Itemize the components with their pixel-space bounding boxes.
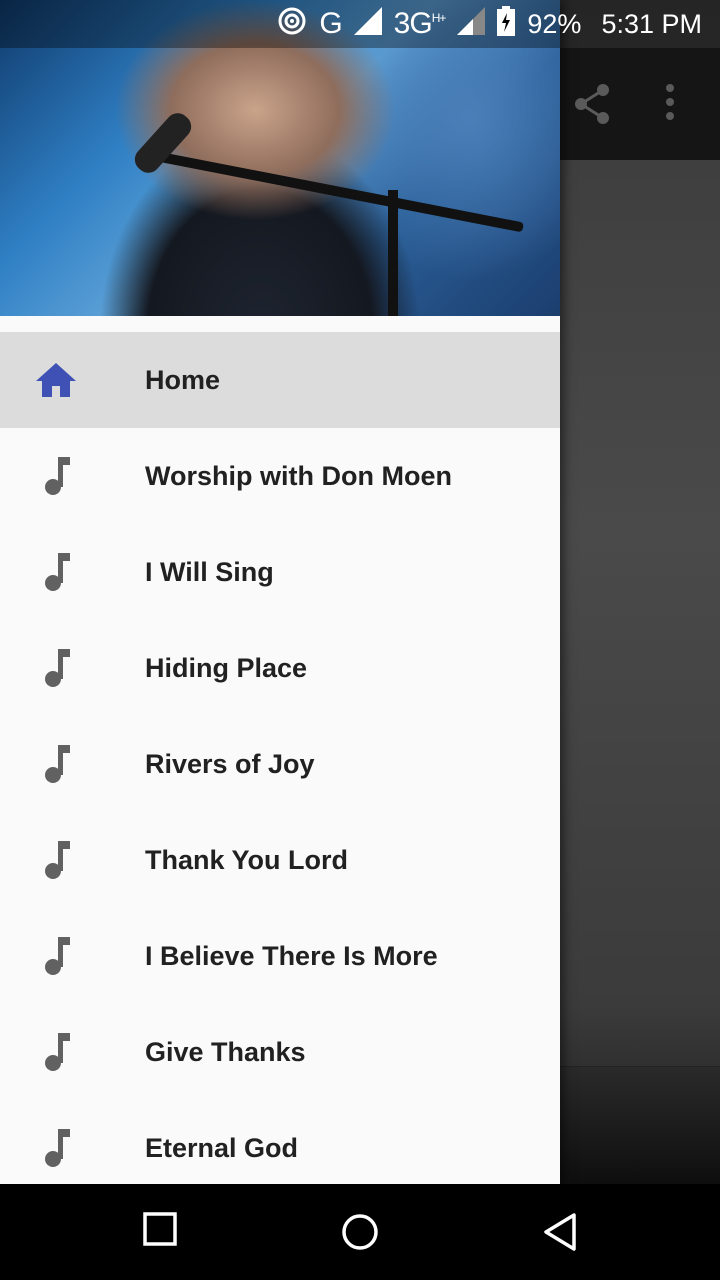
recent-apps-icon[interactable] [143, 1212, 177, 1251]
menu-item-i-believe-there-is-more[interactable]: I Believe There Is More [0, 908, 560, 1004]
battery-percent: 92% [527, 8, 582, 39]
home-icon [36, 360, 76, 400]
back-icon[interactable] [542, 1212, 578, 1257]
music-note-icon [36, 648, 76, 688]
more-vert-icon[interactable] [664, 82, 676, 127]
menu-item-give-thanks[interactable]: Give Thanks [0, 1004, 560, 1100]
menu-item-label: Give Thanks [145, 1036, 306, 1067]
share-icon[interactable] [572, 82, 612, 131]
menu-item-thank-you-lord[interactable]: Thank You Lord [0, 812, 560, 908]
menu-item-label: Worship with Don Moen [145, 460, 452, 491]
menu-item-label: I Believe There Is More [145, 940, 438, 971]
menu-item-label: Hiding Place [145, 652, 308, 683]
music-note-icon [36, 936, 76, 976]
network-g-label: G [319, 7, 342, 40]
menu-item-label: I Will Sing [145, 556, 274, 587]
music-note-icon [36, 552, 76, 592]
signal-icon-2 [457, 6, 486, 42]
music-note-icon [36, 1032, 76, 1072]
menu-item-label: Rivers of Joy [145, 748, 315, 779]
menu-item-eternal-god[interactable]: Eternal God [0, 1100, 560, 1184]
menu-item-label: Home [145, 364, 221, 395]
music-note-icon [36, 744, 76, 784]
mic-stand [149, 150, 524, 233]
status-bar: G 3GH+ 92% 5:31 PM [0, 0, 720, 48]
network-3g-label: 3GH+ [393, 7, 447, 40]
menu-item-i-will-sing[interactable]: I Will Sing [0, 524, 560, 620]
mic-pole [388, 190, 398, 316]
clock: 5:31 PM [601, 8, 702, 39]
hotspot-icon [277, 6, 307, 43]
menu-item-home[interactable]: Home [0, 332, 560, 428]
navigation-drawer: Home Worship with Don Moen I Will Sing H… [0, 0, 560, 1184]
menu-item-rivers-of-joy[interactable]: Rivers of Joy [0, 716, 560, 812]
music-note-icon [36, 840, 76, 880]
music-note-icon [36, 456, 76, 496]
battery-icon [497, 5, 516, 43]
menu-item-worship-with-don-moen[interactable]: Worship with Don Moen [0, 428, 560, 524]
drawer-menu: Home Worship with Don Moen I Will Sing H… [0, 332, 560, 1184]
music-note-icon [36, 1128, 76, 1168]
system-navigation-bar [0, 1184, 720, 1280]
home-nav-icon[interactable] [340, 1212, 380, 1257]
menu-item-label: Eternal God [145, 1132, 299, 1163]
menu-item-label: Thank You Lord [145, 844, 349, 875]
signal-icon [353, 6, 382, 42]
menu-item-hiding-place[interactable]: Hiding Place [0, 620, 560, 716]
